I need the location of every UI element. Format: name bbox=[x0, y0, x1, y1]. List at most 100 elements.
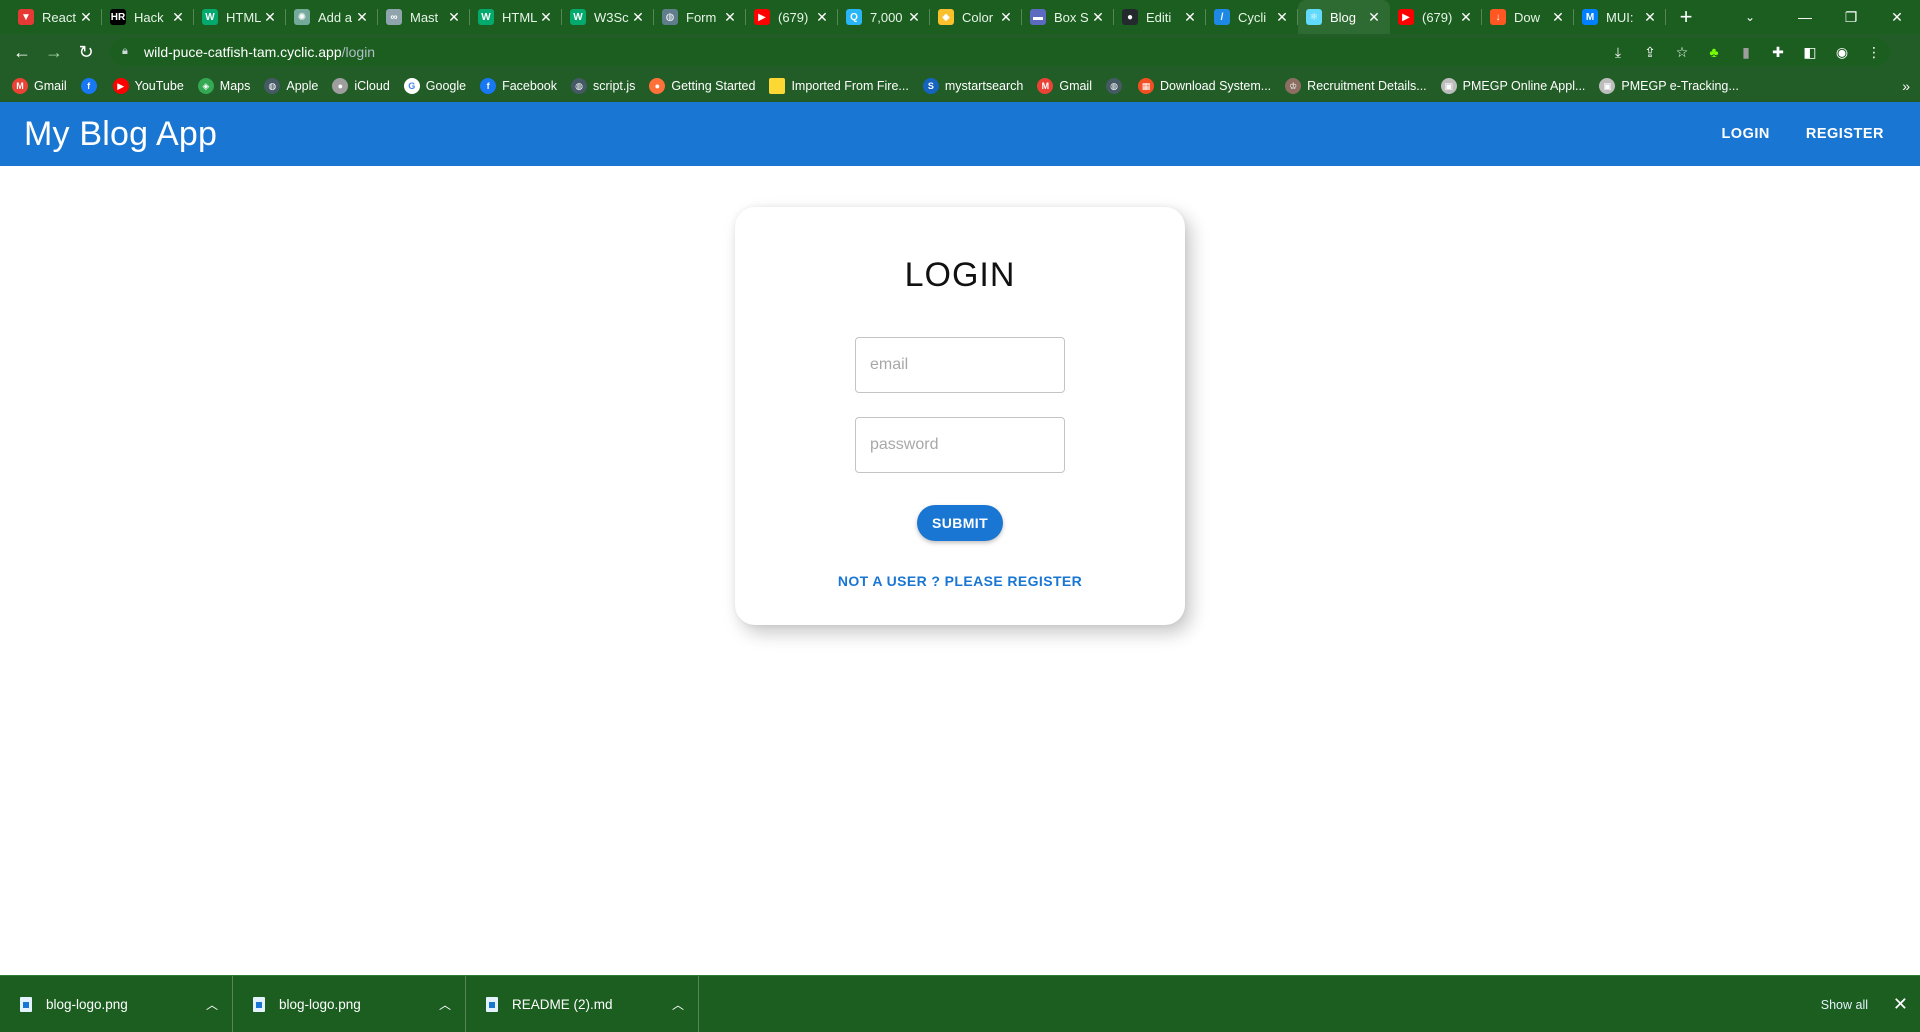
tab-close-icon[interactable]: ✕ bbox=[78, 9, 94, 26]
browser-tab[interactable]: ✺ Add a ✕ bbox=[286, 0, 378, 34]
forward-arrow-icon[interactable]: → bbox=[38, 36, 70, 68]
nav-login-button[interactable]: LOGIN bbox=[1713, 120, 1777, 148]
bookmark-item[interactable]: f Facebook bbox=[480, 78, 557, 94]
minimize-icon[interactable]: — bbox=[1782, 9, 1828, 25]
tab-close-icon[interactable]: ✕ bbox=[1550, 9, 1566, 26]
tab-close-icon[interactable]: ✕ bbox=[1458, 9, 1474, 26]
password-input[interactable] bbox=[855, 417, 1065, 473]
browser-tab[interactable]: M MUI: ✕ bbox=[1574, 0, 1666, 34]
tab-close-icon[interactable]: ✕ bbox=[1274, 9, 1290, 26]
bookmark-item[interactable]: ● Getting Started bbox=[649, 78, 755, 94]
bookmark-item[interactable]: f bbox=[80, 78, 103, 94]
lock-icon[interactable]: 🔒︎ bbox=[122, 45, 134, 59]
bookmark-item[interactable]: ▣ PMEGP Online Appl... bbox=[1440, 78, 1585, 94]
browser-tab[interactable]: ▶ (679) ✕ bbox=[746, 0, 838, 34]
tab-close-icon[interactable]: ✕ bbox=[446, 9, 462, 26]
chevron-up-icon[interactable]: ︿ bbox=[658, 996, 698, 1013]
bookmarks-overflow-icon[interactable]: » bbox=[1902, 70, 1910, 102]
browser-tab[interactable]: HR Hack ✕ bbox=[102, 0, 194, 34]
bookmark-item[interactable]: Imported From Fire... bbox=[769, 78, 909, 94]
tab-search-icon[interactable]: ⌄ bbox=[1730, 0, 1770, 34]
menu-kebab-icon[interactable]: ⋮ bbox=[1858, 44, 1890, 61]
chevron-up-icon[interactable]: ︿ bbox=[192, 996, 232, 1013]
submit-button[interactable]: SUBMIT bbox=[917, 505, 1003, 541]
side-panel-icon[interactable]: ◧ bbox=[1794, 44, 1826, 61]
gmail-icon: M bbox=[1037, 78, 1054, 94]
bookmark-item[interactable]: ◈ Maps bbox=[197, 78, 250, 94]
tab-close-icon[interactable]: ✕ bbox=[354, 9, 370, 26]
mui-icon: M bbox=[1582, 9, 1598, 25]
bookmark-item[interactable]: ▶ YouTube bbox=[112, 78, 184, 94]
download-item[interactable]: README (2).md ︿ bbox=[466, 975, 699, 1032]
extensions-puzzle-icon[interactable]: ✚ bbox=[1762, 44, 1794, 61]
tab-close-icon[interactable]: ✕ bbox=[814, 9, 830, 26]
bookmark-item[interactable]: Smystartsearch bbox=[922, 78, 1023, 94]
close-icon[interactable]: ✕ bbox=[1893, 976, 1908, 1032]
bookmark-item[interactable]: M Gmail bbox=[12, 78, 67, 94]
tab-close-icon[interactable]: ✕ bbox=[538, 9, 554, 26]
browser-tab[interactable]: W HTML ✕ bbox=[194, 0, 286, 34]
install-app-icon[interactable]: ⤓ bbox=[1602, 44, 1634, 61]
browser-tab[interactable]: ▶ (679) ✕ bbox=[1390, 0, 1482, 34]
tab-close-icon[interactable]: ✕ bbox=[170, 9, 186, 26]
browser-tab[interactable]: ◍ Form ✕ bbox=[654, 0, 746, 34]
tab-close-icon[interactable]: ✕ bbox=[630, 9, 646, 26]
bookmark-item[interactable]: ♔ Recruitment Details... bbox=[1285, 78, 1427, 94]
bookmark-star-icon[interactable]: ☆ bbox=[1666, 44, 1698, 61]
download-item[interactable]: blog-logo.png ︿ bbox=[0, 975, 233, 1032]
bookmark-item[interactable]: ▣ PMEGP e-Tracking... bbox=[1599, 78, 1739, 94]
tab-close-icon[interactable]: ✕ bbox=[1182, 9, 1198, 26]
browser-tab[interactable]: ↓ Dow ✕ bbox=[1482, 0, 1574, 34]
profile-avatar[interactable]: ◉ bbox=[1826, 44, 1858, 61]
show-all-downloads-link[interactable]: Show all bbox=[1821, 976, 1868, 1032]
address-bar[interactable]: 🔒︎ wild-puce-catfish-tam.cyclic.app/logi… bbox=[110, 38, 1890, 66]
file-icon bbox=[20, 996, 32, 1012]
search-circle-icon: Q bbox=[846, 9, 862, 25]
extension-tree-icon[interactable]: ♣ bbox=[1698, 44, 1730, 60]
bookmark-item[interactable]: ◍ script.js bbox=[571, 78, 635, 94]
browser-tab[interactable]: ● Editi ✕ bbox=[1114, 0, 1206, 34]
download-item[interactable]: blog-logo.png ︿ bbox=[233, 975, 466, 1032]
tab-close-icon[interactable]: ✕ bbox=[906, 9, 922, 26]
tab-close-icon[interactable]: ✕ bbox=[262, 9, 278, 26]
youtube-icon: ▶ bbox=[754, 9, 770, 25]
bookmark-item[interactable]: G Google bbox=[403, 78, 466, 94]
browser-tab[interactable]: / Cycli ✕ bbox=[1206, 0, 1298, 34]
globe-icon: ◍ bbox=[1106, 78, 1122, 94]
maps-icon: ◈ bbox=[197, 78, 214, 94]
app-title[interactable]: My Blog App bbox=[24, 115, 217, 154]
bookmark-item[interactable]: ▦ Download System... bbox=[1138, 78, 1271, 94]
youtube-icon: ▶ bbox=[1398, 9, 1414, 25]
back-arrow-icon[interactable]: ← bbox=[6, 36, 38, 68]
tab-close-icon[interactable]: ✕ bbox=[722, 9, 738, 26]
chevron-up-icon[interactable]: ︿ bbox=[425, 996, 465, 1013]
tab-title: React bbox=[42, 9, 76, 25]
bookmark-item[interactable]: ◍ bbox=[1106, 78, 1128, 94]
tab-close-icon[interactable]: ✕ bbox=[1090, 9, 1106, 26]
tab-close-icon[interactable]: ✕ bbox=[1642, 9, 1658, 26]
extension-battery-icon[interactable]: ▮ bbox=[1730, 44, 1762, 61]
browser-tab[interactable]: ∞ Mast ✕ bbox=[378, 0, 470, 34]
tab-title: (679) bbox=[778, 9, 809, 25]
register-link[interactable]: NOT A USER ? PLEASE REGISTER bbox=[735, 573, 1185, 589]
browser-tab[interactable]: ⚛ Blog ✕ bbox=[1298, 0, 1390, 34]
restore-icon[interactable]: ❐ bbox=[1828, 9, 1874, 26]
window-close-icon[interactable]: ✕ bbox=[1874, 9, 1920, 26]
reload-icon[interactable]: ↻ bbox=[70, 36, 102, 68]
browser-tab[interactable]: Q 7,000 ✕ bbox=[838, 0, 930, 34]
browser-tab[interactable]: W W3Sc ✕ bbox=[562, 0, 654, 34]
browser-tab[interactable]: ▬ Box S ✕ bbox=[1022, 0, 1114, 34]
bookmark-item[interactable]: ◍ Apple bbox=[264, 78, 318, 94]
bookmark-item[interactable]: M Gmail bbox=[1037, 78, 1092, 94]
tab-close-icon[interactable]: ✕ bbox=[998, 9, 1014, 26]
browser-tab[interactable]: W HTML ✕ bbox=[470, 0, 562, 34]
browser-tab[interactable]: ◆ Color ✕ bbox=[930, 0, 1022, 34]
nav-register-button[interactable]: REGISTER bbox=[1798, 120, 1892, 148]
share-icon[interactable]: ⇪ bbox=[1634, 44, 1666, 61]
browser-tab[interactable]: ▼ React ✕ bbox=[10, 0, 102, 34]
download-app-icon: ↓ bbox=[1490, 9, 1506, 25]
bookmark-item[interactable]: ● iCloud bbox=[332, 78, 390, 94]
tab-close-icon[interactable]: ✕ bbox=[1366, 9, 1382, 26]
email-input[interactable] bbox=[855, 337, 1065, 393]
new-tab-button[interactable]: + bbox=[1670, 4, 1702, 30]
